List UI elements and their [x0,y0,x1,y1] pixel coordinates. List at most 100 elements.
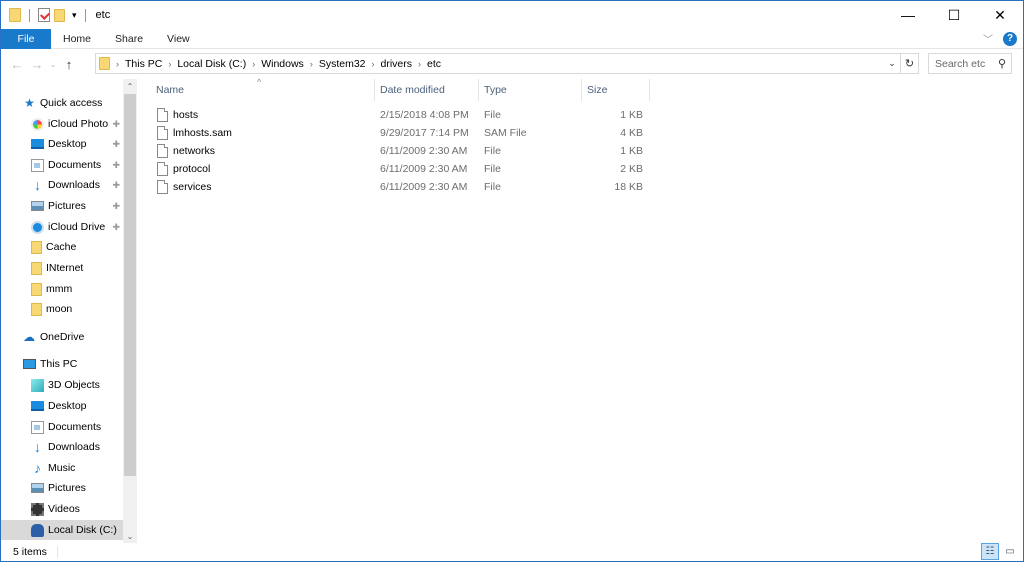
tab-share[interactable]: Share [103,29,155,49]
sidebar-scrollbar[interactable]: ⌃ ⌄ [123,79,137,543]
sidebar-item-quick-access[interactable]: ★ Quick access [1,93,123,113]
sidebar-item-downloads[interactable]: ↓ Downloads ✚ [1,175,123,195]
tab-view[interactable]: View [155,29,202,49]
file-row-networks[interactable]: networks 6/11/2009 2:30 AM File 1 KB [151,142,651,160]
breadcrumb-drivers[interactable]: drivers [381,58,413,70]
new-folder-icon[interactable] [54,8,65,22]
sidebar-item-label: moon [46,303,73,315]
title-bar: ▾ etc — ☐ ✕ [1,1,1023,29]
documents-icon [31,158,44,172]
sidebar-item-icloud-drive[interactable]: iCloud Drive ✚ [1,217,123,237]
sidebar-item-pc-desktop[interactable]: Desktop [1,396,123,416]
chevron-right-icon[interactable]: › [418,59,421,69]
column-header-size[interactable]: Size [582,79,649,101]
file-type: File [484,163,501,175]
pin-icon[interactable]: ✚ [112,222,120,233]
minimize-button[interactable]: — [885,1,931,29]
file-date: 6/11/2009 2:30 AM [380,145,468,157]
expand-ribbon-icon[interactable]: ﹀ [983,31,993,46]
videos-icon [31,502,44,516]
sidebar-item-music[interactable]: ♪ Music [1,458,123,478]
large-icons-view-button[interactable]: ▭ [1001,543,1019,560]
sidebar-item-pc-pictures[interactable]: Pictures [1,478,123,498]
sidebar-item-3d-objects[interactable]: 3D Objects [1,375,123,395]
item-count: 5 items [13,546,47,558]
details-view-button[interactable]: ☷ [981,543,999,560]
sidebar-item-documents[interactable]: Documents ✚ [1,155,123,175]
file-size: 4 KB [620,127,643,139]
search-input[interactable]: Search etc ⚲ [928,53,1012,74]
icloud-drive-icon [31,220,44,234]
sidebar-item-pictures[interactable]: Pictures ✚ [1,196,123,216]
sidebar-item-pc-downloads[interactable]: ↓ Downloads [1,437,123,457]
scrollbar-thumb[interactable] [124,94,136,476]
chevron-right-icon[interactable]: › [372,59,375,69]
address-dropdown-icon[interactable]: ⌄ [884,58,900,69]
forward-button[interactable]: → [27,53,47,75]
sidebar-item-onedrive[interactable]: ☁ OneDrive [1,327,123,347]
file-size: 18 KB [614,181,643,193]
maximize-button[interactable]: ☐ [931,1,977,29]
close-button[interactable]: ✕ [977,1,1023,29]
properties-icon[interactable] [38,8,50,22]
sidebar-item-internet[interactable]: INternet [1,258,123,278]
chevron-right-icon[interactable]: › [252,59,255,69]
breadcrumb-etc[interactable]: etc [427,58,441,70]
breadcrumb-windows[interactable]: Windows [261,58,304,70]
breadcrumb-this-pc[interactable]: This PC [125,58,162,70]
breadcrumb-system32[interactable]: System32 [319,58,366,70]
pin-icon[interactable]: ✚ [112,180,120,191]
up-button[interactable]: ↑ [59,53,79,75]
column-header-name[interactable]: Name [151,79,374,101]
chevron-right-icon[interactable]: › [116,59,119,69]
scroll-down-icon[interactable]: ⌄ [123,529,137,543]
folder-icon [99,57,110,70]
file-size: 1 KB [620,109,643,121]
file-name: networks [173,145,216,157]
sidebar-item-label: Local Disk (C:) [48,524,117,536]
recent-locations-button[interactable]: ⌄ [47,53,59,75]
chevron-right-icon[interactable]: › [310,59,313,69]
pin-icon[interactable]: ✚ [112,201,120,212]
customize-toolbar-icon[interactable]: ▾ [72,10,77,21]
file-row-services[interactable]: services 6/11/2009 2:30 AM File 18 KB [151,178,651,196]
file-row-hosts[interactable]: hosts 2/15/2018 4:08 PM File 1 KB [151,106,651,124]
sidebar-item-local-disk[interactable]: Local Disk (C:) [1,520,123,540]
sidebar-item-pc-documents[interactable]: Documents [1,417,123,437]
sidebar-item-icloud-photos[interactable]: iCloud Photo ✚ [1,114,123,134]
breadcrumb-local-disk[interactable]: Local Disk (C:) [177,58,246,70]
sidebar-item-videos[interactable]: Videos [1,499,123,519]
file-type: File [484,145,501,157]
chevron-right-icon[interactable]: › [168,59,171,69]
window-controls: — ☐ ✕ [885,1,1023,29]
folder-icon [9,8,21,22]
column-header-date[interactable]: Date modified [375,79,478,101]
separator [57,546,58,558]
sidebar-item-label: Documents [48,159,102,171]
file-row-lmhosts[interactable]: lmhosts.sam 9/29/2017 7:14 PM SAM File 4… [151,124,651,142]
sidebar-item-label: Downloads [48,441,100,453]
search-icon[interactable]: ⚲ [998,57,1006,70]
sidebar-item-cache[interactable]: Cache [1,237,123,257]
help-icon[interactable]: ? [1003,31,1017,46]
tab-home[interactable]: Home [51,29,103,49]
sidebar-item-moon[interactable]: moon [1,299,123,319]
separator [84,8,86,22]
sidebar-item-label: Documents [48,421,102,433]
pin-icon[interactable]: ✚ [112,119,120,130]
folder-icon [31,302,42,316]
sidebar-item-mmm[interactable]: mmm [1,279,123,299]
refresh-icon[interactable]: ↻ [900,54,918,73]
sidebar-item-desktop[interactable]: Desktop ✚ [1,134,123,154]
scroll-up-icon[interactable]: ⌃ [123,79,137,93]
column-header-type[interactable]: Type [479,79,581,101]
file-icon [157,108,168,122]
address-bar[interactable]: › This PC › Local Disk (C:) › Windows › … [95,53,919,74]
column-divider[interactable] [649,79,650,101]
file-row-protocol[interactable]: protocol 6/11/2009 2:30 AM File 2 KB [151,160,651,178]
back-button[interactable]: ← [7,53,27,75]
sidebar-item-this-pc[interactable]: This PC [1,354,123,374]
pin-icon[interactable]: ✚ [112,139,120,150]
pin-icon[interactable]: ✚ [112,160,120,171]
tab-file[interactable]: File [1,28,51,49]
